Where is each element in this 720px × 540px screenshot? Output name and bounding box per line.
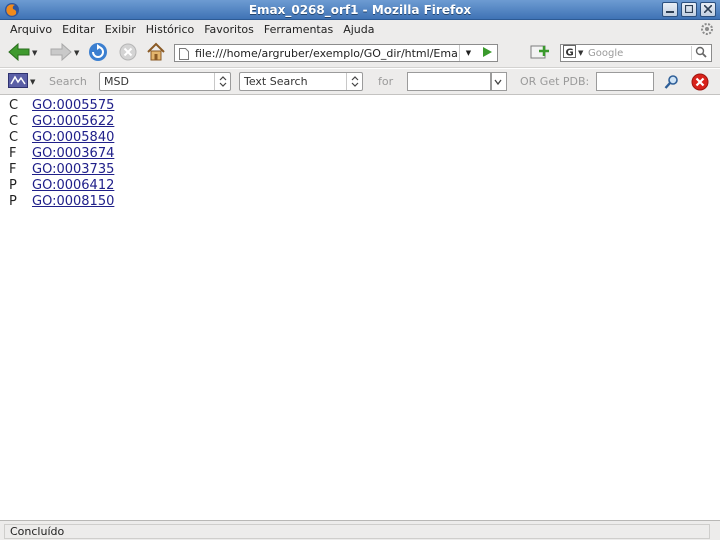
close-icon [691, 73, 709, 94]
forward-dropdown-icon[interactable]: ▼ [74, 49, 79, 57]
web-search-input[interactable] [588, 46, 688, 60]
list-item: F GO:0003674 [9, 145, 720, 161]
url-input[interactable] [195, 46, 457, 60]
search-term-dropdown-icon [490, 73, 506, 90]
minimize-button[interactable] [662, 2, 678, 17]
pdb-toolbar-menu[interactable]: ▼ [8, 73, 36, 91]
database-select-value: MSD [104, 75, 129, 88]
menu-exibir[interactable]: Exibir [100, 23, 141, 36]
svg-text:G: G [566, 48, 574, 59]
go-term-link[interactable]: GO:0003735 [32, 162, 114, 177]
google-engine-icon: G [563, 45, 576, 61]
go-category-letter: C [9, 113, 19, 129]
pdb-id-field[interactable] [596, 72, 654, 91]
window-title: Emax_0268_orf1 - Mozilla Firefox [248, 3, 472, 17]
go-term-link[interactable]: GO:0005622 [32, 114, 114, 129]
go-category-letter: P [9, 177, 17, 193]
go-category-letter: F [9, 145, 17, 161]
go-button[interactable] [479, 46, 495, 60]
list-item: C GO:0005840 [9, 129, 720, 145]
maximize-icon [684, 3, 694, 16]
forward-arrow-icon [50, 42, 72, 64]
pdb-id-input[interactable] [597, 73, 653, 90]
pdb-logo-icon [8, 73, 28, 91]
stop-button[interactable] [118, 42, 138, 64]
reload-button[interactable] [88, 42, 108, 64]
back-button[interactable]: ▼ [8, 42, 37, 64]
menu-bar: Arquivo Editar Exibir Histórico Favorito… [0, 20, 720, 38]
search-icon [695, 46, 707, 61]
search-mode-value: Text Search [244, 75, 308, 88]
menu-historico[interactable]: Histórico [141, 23, 199, 36]
database-select-arrow-icon [214, 73, 230, 90]
pdb-search-toolbar: ▼ Search MSD Text Search for OR Get PDB: [0, 69, 720, 95]
stop-icon [118, 42, 138, 65]
menu-ajuda[interactable]: Ajuda [338, 23, 379, 36]
list-item: C GO:0005575 [9, 97, 720, 113]
search-icon [664, 75, 680, 93]
activity-throbber-icon [700, 22, 714, 39]
engine-dropdown-icon: ▼ [578, 49, 584, 57]
go-term-link[interactable]: GO:0003674 [32, 146, 114, 161]
go-term-link[interactable]: GO:0005575 [32, 98, 114, 113]
go-category-letter: F [9, 161, 17, 177]
search-mode-arrow-icon [346, 73, 362, 90]
status-bar: Concluído [0, 520, 720, 540]
title-bar: Emax_0268_orf1 - Mozilla Firefox [0, 0, 720, 20]
go-arrow-icon [481, 46, 493, 61]
maximize-button[interactable] [681, 2, 697, 17]
menu-arquivo[interactable]: Arquivo [5, 23, 57, 36]
bookmark-add-icon [530, 43, 550, 64]
or-get-pdb-label: OR Get PDB: [520, 75, 590, 88]
go-term-link[interactable]: GO:0005840 [32, 130, 114, 145]
list-item: P GO:0006412 [9, 177, 720, 193]
page-content: C GO:0005575 C GO:0005622 C GO:0005840 F… [0, 96, 720, 520]
close-window-button[interactable] [700, 2, 716, 17]
search-engine-selector[interactable]: G ▼ [563, 45, 587, 61]
status-text: Concluído [4, 524, 710, 539]
list-item: F GO:0003735 [9, 161, 720, 177]
menu-favoritos[interactable]: Favoritos [199, 23, 259, 36]
menu-ferramentas[interactable]: Ferramentas [259, 23, 338, 36]
pdb-menu-dropdown-icon: ▼ [30, 78, 36, 86]
web-search-box[interactable]: G ▼ [560, 44, 712, 62]
search-term-field[interactable] [407, 72, 491, 91]
go-category-letter: C [9, 97, 19, 113]
close-toolbar-button[interactable] [691, 73, 709, 94]
page-icon [179, 48, 189, 63]
search-term-input[interactable] [408, 73, 490, 90]
url-bar[interactable]: ▼ [174, 44, 498, 62]
reload-icon [88, 42, 108, 65]
list-item: P GO:0008150 [9, 193, 720, 209]
home-icon [146, 42, 166, 65]
back-arrow-icon [8, 42, 30, 64]
url-history-dropdown-icon[interactable]: ▼ [459, 45, 477, 61]
search-mode-select[interactable]: Text Search [239, 72, 363, 91]
go-term-link[interactable]: GO:0006412 [32, 178, 114, 193]
go-category-letter: P [9, 193, 17, 209]
menu-editar[interactable]: Editar [57, 23, 100, 36]
pdb-search-button[interactable] [664, 74, 680, 93]
bookmark-page-button[interactable] [530, 42, 550, 64]
minimize-icon [666, 3, 674, 16]
close-icon [703, 3, 713, 16]
forward-button[interactable]: ▼ [50, 42, 79, 64]
navigation-toolbar: ▼ ▼ ▼ [0, 38, 720, 68]
search-label: Search [49, 75, 87, 88]
for-label: for [378, 75, 394, 88]
go-term-link[interactable]: GO:0008150 [32, 194, 114, 209]
search-term-history-button[interactable] [491, 72, 507, 91]
web-search-button[interactable] [691, 46, 709, 60]
database-select[interactable]: MSD [99, 72, 231, 91]
list-item: C GO:0005622 [9, 113, 720, 129]
home-button[interactable] [146, 42, 166, 64]
back-dropdown-icon[interactable]: ▼ [32, 49, 37, 57]
go-category-letter: C [9, 129, 19, 145]
